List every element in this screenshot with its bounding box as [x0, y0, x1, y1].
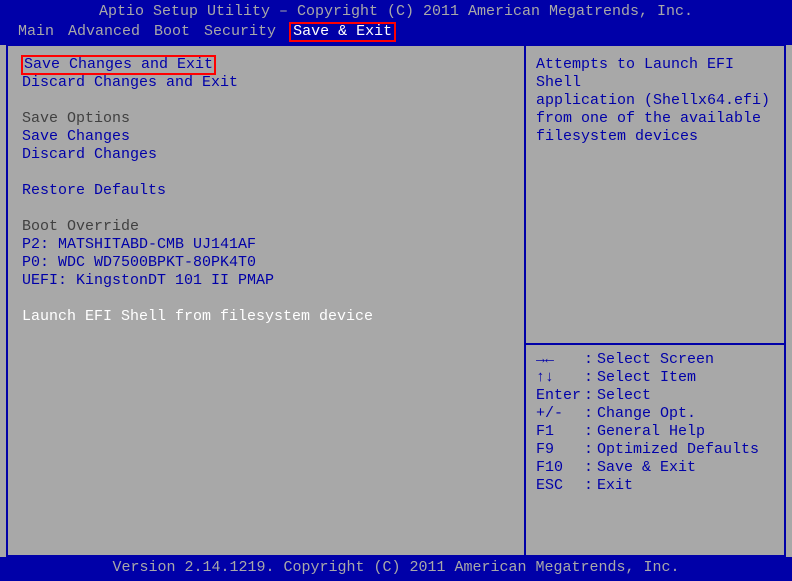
key-label: ↑↓	[536, 369, 584, 387]
app-title: Aptio Setup Utility – Copyright (C) 2011…	[0, 2, 792, 23]
key-save-exit: F10:Save & Exit	[536, 459, 774, 477]
key-desc: Save & Exit	[597, 459, 696, 477]
menu-security[interactable]: Security	[204, 23, 276, 41]
bios-root: Aptio Setup Utility – Copyright (C) 2011…	[0, 0, 792, 581]
key-select: Enter:Select	[536, 387, 774, 405]
key-desc: Exit	[597, 477, 633, 495]
right-panel: Attempts to Launch EFI Shell application…	[526, 46, 784, 555]
top-bar: Aptio Setup Utility – Copyright (C) 2011…	[0, 0, 792, 45]
key-desc: Optimized Defaults	[597, 441, 759, 459]
item-launch-efi-shell[interactable]: Launch EFI Shell from filesystem device	[22, 308, 510, 326]
boot-item[interactable]: P0: WDC WD7500BPKT-80PK4T0	[22, 254, 510, 272]
spacer	[22, 92, 510, 110]
item-save-changes-and-exit[interactable]: Save Changes and Exit	[22, 56, 215, 74]
key-change-opt: +/-:Change Opt.	[536, 405, 774, 423]
help-text: Attempts to Launch EFI Shell application…	[526, 46, 784, 343]
item-discard-changes[interactable]: Discard Changes	[22, 146, 510, 164]
key-desc: Select Screen	[597, 351, 714, 369]
menu-save-exit[interactable]: Save & Exit	[290, 23, 395, 41]
menu-bar: Main Advanced Boot Security Save & Exit	[0, 23, 792, 44]
key-help: →←:Select Screen ↑↓:Select Item Enter:Se…	[526, 345, 784, 555]
key-label: F10	[536, 459, 584, 477]
item-save-changes[interactable]: Save Changes	[22, 128, 510, 146]
key-label: F1	[536, 423, 584, 441]
spacer	[22, 164, 510, 182]
key-optimized-defaults: F9:Optimized Defaults	[536, 441, 774, 459]
menu-main[interactable]: Main	[18, 23, 54, 41]
menu-advanced[interactable]: Advanced	[68, 23, 140, 41]
key-exit: ESC:Exit	[536, 477, 774, 495]
key-desc: Change Opt.	[597, 405, 696, 423]
body: Save Changes and Exit Discard Changes an…	[6, 44, 786, 557]
key-label: F9	[536, 441, 584, 459]
heading-save-options: Save Options	[22, 110, 510, 128]
help-line: from one of the available	[536, 110, 774, 128]
boot-item[interactable]: UEFI: KingstonDT 101 II PMAP	[22, 272, 510, 290]
heading-boot-override: Boot Override	[22, 218, 510, 236]
menu-boot[interactable]: Boot	[154, 23, 190, 41]
boot-item[interactable]: P2: MATSHITABD-CMB UJ141AF	[22, 236, 510, 254]
key-desc: General Help	[597, 423, 705, 441]
help-line: application (Shellx64.efi)	[536, 92, 774, 110]
key-label: ESC	[536, 477, 584, 495]
key-label: →←	[536, 351, 584, 369]
item-restore-defaults[interactable]: Restore Defaults	[22, 182, 510, 200]
key-desc: Select Item	[597, 369, 696, 387]
spacer	[22, 290, 510, 308]
key-desc: Select	[597, 387, 651, 405]
key-label: Enter	[536, 387, 584, 405]
help-line: filesystem devices	[536, 128, 774, 146]
item-discard-changes-and-exit[interactable]: Discard Changes and Exit	[22, 74, 510, 92]
left-panel: Save Changes and Exit Discard Changes an…	[8, 46, 526, 555]
key-select-item: ↑↓:Select Item	[536, 369, 774, 387]
key-label: +/-	[536, 405, 584, 423]
key-general-help: F1:General Help	[536, 423, 774, 441]
spacer	[22, 200, 510, 218]
key-select-screen: →←:Select Screen	[536, 351, 774, 369]
help-line: Attempts to Launch EFI Shell	[536, 56, 774, 92]
footer-version: Version 2.14.1219. Copyright (C) 2011 Am…	[0, 557, 792, 581]
